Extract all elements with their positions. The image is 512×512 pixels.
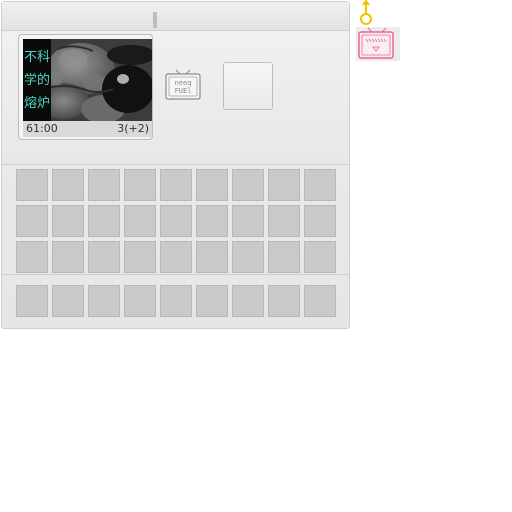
tv-need-fuel-icon: neeq FUEl xyxy=(164,69,202,101)
inventory-slot[interactable] xyxy=(16,241,48,273)
inventory-slot[interactable] xyxy=(124,169,156,201)
inventory-slot[interactable] xyxy=(232,169,264,201)
inventory-slot[interactable] xyxy=(52,205,84,237)
inventory-slot[interactable] xyxy=(124,241,156,273)
fuel-count: 3(+2) xyxy=(117,122,149,135)
hotbar-slot[interactable] xyxy=(160,285,192,317)
title-line-3: 熔炉 xyxy=(24,96,51,111)
inventory-slot[interactable] xyxy=(160,205,192,237)
inventory-slot[interactable] xyxy=(232,241,264,273)
inventory-grid xyxy=(16,169,336,273)
inventory-slot[interactable] xyxy=(232,205,264,237)
fuel-time: 61:00 xyxy=(26,122,58,135)
hotbar-slot[interactable] xyxy=(16,285,48,317)
drag-handle[interactable] xyxy=(153,12,157,28)
game-window: 不科 学的 熔炉 61:00 3(+2) neeq FUEl xyxy=(1,1,350,329)
inventory-slot[interactable] xyxy=(88,169,120,201)
hotbar-slot[interactable] xyxy=(124,285,156,317)
inventory-slot[interactable] xyxy=(268,169,300,201)
fuel-card[interactable]: 不科 学的 熔炉 61:00 3(+2) xyxy=(18,34,153,140)
inventory-slot[interactable] xyxy=(16,169,48,201)
window-title-bar[interactable] xyxy=(2,2,349,31)
inventory-slot[interactable] xyxy=(124,205,156,237)
hotbar-slot[interactable] xyxy=(196,285,228,317)
inventory-slot[interactable] xyxy=(88,241,120,273)
fuel-card-footer: 61:00 3(+2) xyxy=(23,121,152,137)
hotbar-slot[interactable] xyxy=(88,285,120,317)
inventory-slot[interactable] xyxy=(196,241,228,273)
hotbar-divider xyxy=(2,274,349,275)
need-text: neeq xyxy=(175,79,192,87)
hotbar-slot[interactable] xyxy=(268,285,300,317)
inventory-slot[interactable] xyxy=(304,169,336,201)
upper-section: 不科 学的 熔炉 61:00 3(+2) neeq FUEl xyxy=(2,31,349,165)
title-line-2: 学的 xyxy=(24,73,51,88)
pink-tv-icon[interactable] xyxy=(356,27,400,61)
hotbar-slot[interactable] xyxy=(304,285,336,317)
inventory-slot[interactable] xyxy=(196,169,228,201)
inventory-slot[interactable] xyxy=(160,169,192,201)
hotbar-slot[interactable] xyxy=(52,285,84,317)
title-strip: 不科 学的 熔炉 xyxy=(23,39,51,121)
fuel-text: FUEl xyxy=(175,87,192,95)
inventory-slot[interactable] xyxy=(304,205,336,237)
inventory-slot[interactable] xyxy=(52,241,84,273)
fuel-input-slot[interactable] xyxy=(223,62,273,110)
inventory-slot[interactable] xyxy=(196,205,228,237)
yellow-pin-icon[interactable] xyxy=(358,0,374,27)
inventory-slot[interactable] xyxy=(160,241,192,273)
inventory-slot[interactable] xyxy=(52,169,84,201)
inventory-slot[interactable] xyxy=(268,241,300,273)
inventory-slot[interactable] xyxy=(88,205,120,237)
fuel-card-image: 不科 学的 熔炉 xyxy=(23,39,152,121)
hotbar-grid xyxy=(16,285,336,317)
hotbar-slot[interactable] xyxy=(232,285,264,317)
title-line-1: 不科 xyxy=(24,50,51,65)
inventory-slot[interactable] xyxy=(16,205,48,237)
inventory-slot[interactable] xyxy=(268,205,300,237)
inventory-slot[interactable] xyxy=(304,241,336,273)
